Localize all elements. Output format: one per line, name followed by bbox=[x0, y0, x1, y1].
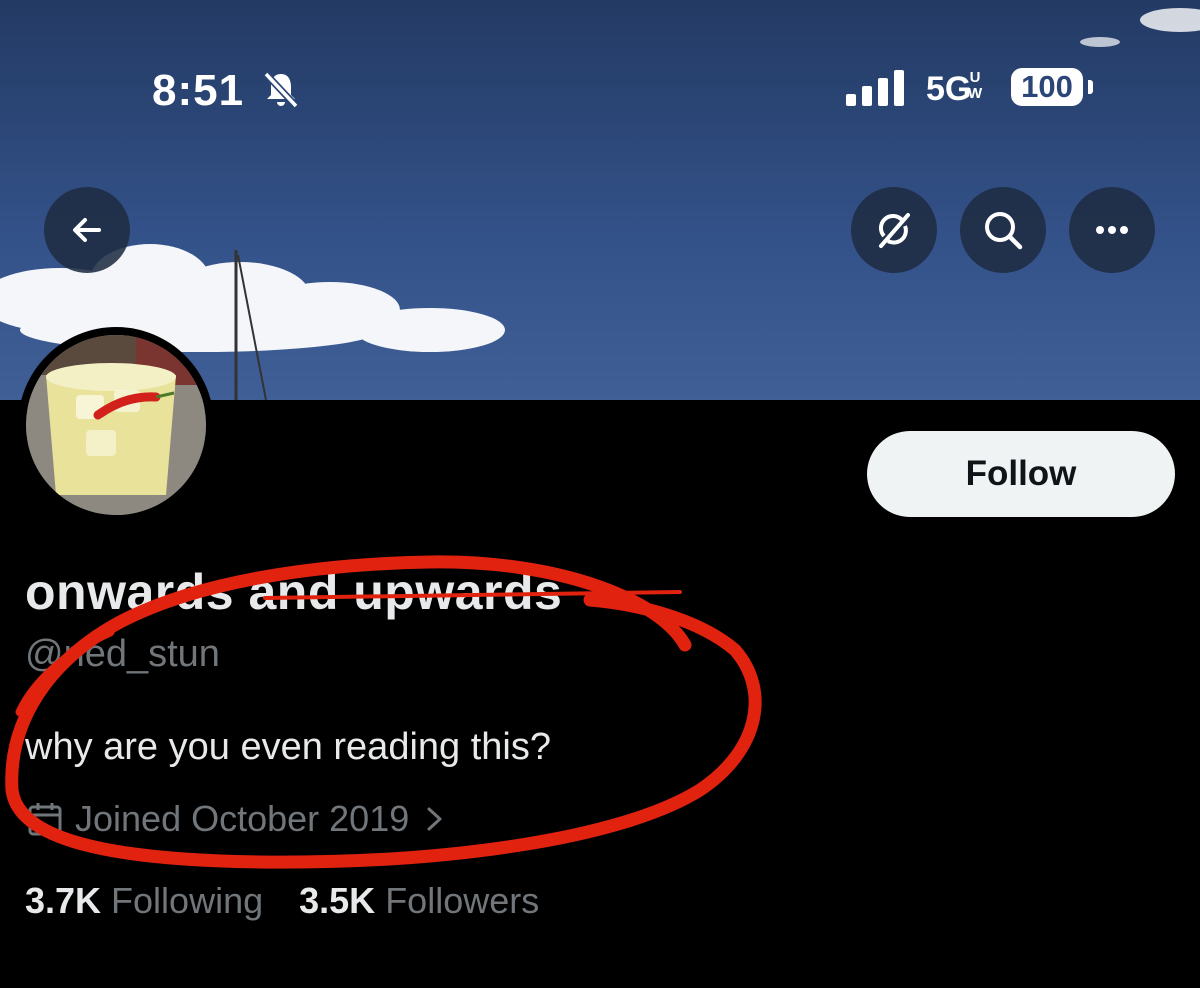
followers-link[interactable]: 3.5K Followers bbox=[299, 880, 539, 921]
network-type: 5G bbox=[926, 70, 972, 108]
battery-level: 100 bbox=[1011, 68, 1083, 106]
profile-bio: why are you even reading this? bbox=[25, 726, 551, 768]
back-button[interactable] bbox=[44, 187, 130, 273]
followers-label: Followers bbox=[385, 880, 540, 921]
more-icon bbox=[1096, 226, 1128, 234]
following-count: 3.7K bbox=[25, 880, 102, 921]
followers-count: 3.5K bbox=[299, 880, 376, 921]
calendar-icon bbox=[28, 803, 62, 836]
silent-bell-icon bbox=[263, 71, 299, 109]
cellular-signal-icon bbox=[846, 70, 904, 106]
following-label: Following bbox=[111, 880, 264, 921]
following-link[interactable]: 3.7K Following bbox=[25, 880, 263, 921]
grok-icon bbox=[878, 213, 910, 248]
arrow-left-icon bbox=[73, 218, 101, 242]
more-button[interactable] bbox=[1069, 187, 1155, 273]
follow-stats: 3.7K Following 3.5K Followers bbox=[25, 880, 539, 922]
follow-button[interactable]: Follow bbox=[867, 431, 1175, 517]
grok-button[interactable] bbox=[851, 187, 937, 273]
search-icon bbox=[985, 212, 1023, 250]
profile-handle: @ned_stun bbox=[25, 633, 220, 675]
status-time: 8:51 bbox=[152, 66, 245, 115]
profile-banner: 8:51 5G U W 100 bbox=[0, 0, 1200, 400]
cocktail-photo bbox=[26, 335, 206, 515]
profile-avatar[interactable] bbox=[18, 327, 214, 523]
search-button[interactable] bbox=[960, 187, 1046, 273]
avatar-image bbox=[26, 335, 206, 515]
network-subtype: U W bbox=[968, 69, 983, 102]
joined-date: Joined October 2019 bbox=[75, 798, 410, 839]
battery-tip bbox=[1088, 80, 1093, 94]
display-name: onwards and upwards bbox=[25, 564, 563, 620]
chevron-right-icon bbox=[427, 807, 442, 831]
joined-date-row[interactable]: Joined October 2019 bbox=[25, 798, 447, 840]
